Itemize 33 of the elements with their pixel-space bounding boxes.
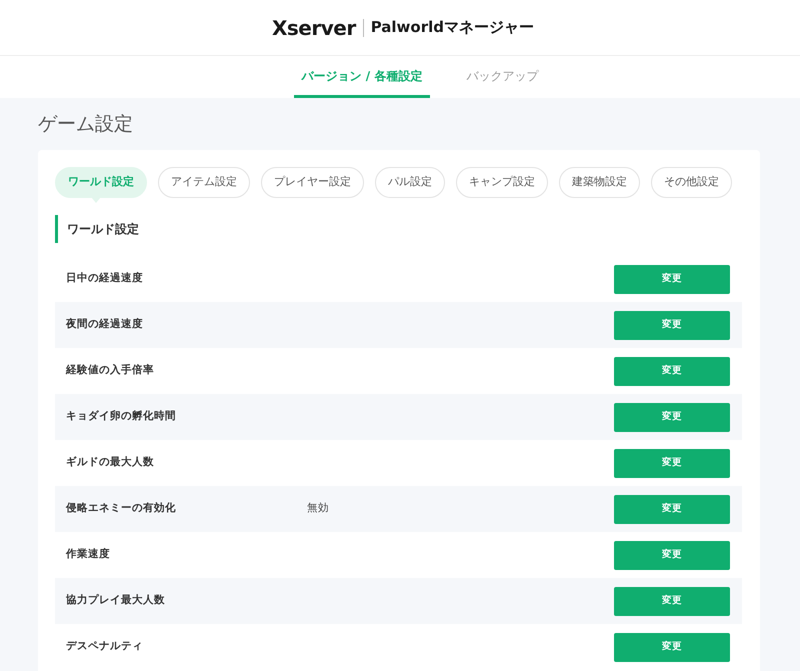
- change-button[interactable]: 変更: [614, 310, 730, 340]
- setting-value: 無効: [307, 501, 329, 516]
- setting-label: キョダイ卵の孵化時間: [66, 409, 177, 424]
- category-tab[interactable]: パル設定: [375, 167, 445, 198]
- change-button[interactable]: 変更: [614, 632, 730, 662]
- nav-tab[interactable]: バックアップ: [458, 56, 546, 98]
- setting-label: デスペナルティ: [66, 639, 144, 654]
- section-title: ワールド設定: [55, 215, 742, 243]
- category-tab[interactable]: プレイヤー設定: [261, 167, 364, 198]
- change-button[interactable]: 変更: [614, 448, 730, 478]
- category-tab[interactable]: 建築物設定: [559, 167, 640, 198]
- setting-label: 協力プレイ最大人数: [66, 593, 166, 608]
- product-name: Palworldマネージャー: [370, 17, 534, 38]
- setting-label: 経験値の入手倍率: [66, 363, 155, 378]
- category-tab[interactable]: アイテム設定: [158, 167, 250, 198]
- change-button[interactable]: 変更: [614, 494, 730, 524]
- category-tab[interactable]: キャンプ設定: [456, 167, 548, 198]
- change-button[interactable]: 変更: [614, 356, 730, 386]
- change-button[interactable]: 変更: [614, 402, 730, 432]
- change-button[interactable]: 変更: [614, 586, 730, 616]
- change-button[interactable]: 変更: [614, 264, 730, 294]
- setting-label: 作業速度: [66, 547, 111, 562]
- change-button[interactable]: 変更: [614, 540, 730, 570]
- brand-logo: Xserver: [272, 14, 356, 42]
- category-tab[interactable]: ワールド設定: [55, 167, 147, 198]
- category-tab[interactable]: その他設定: [651, 167, 732, 198]
- nav-tab[interactable]: バージョン / 各種設定: [294, 56, 430, 98]
- setting-label: ギルドの最大人数: [66, 455, 155, 470]
- pointer-tail-icon: [91, 197, 101, 203]
- setting-label: 侵略エネミーの有効化: [66, 501, 177, 516]
- setting-label: 夜間の経過速度: [66, 317, 144, 332]
- page-title: ゲーム設定: [38, 112, 134, 137]
- setting-label: 日中の経過速度: [66, 271, 144, 286]
